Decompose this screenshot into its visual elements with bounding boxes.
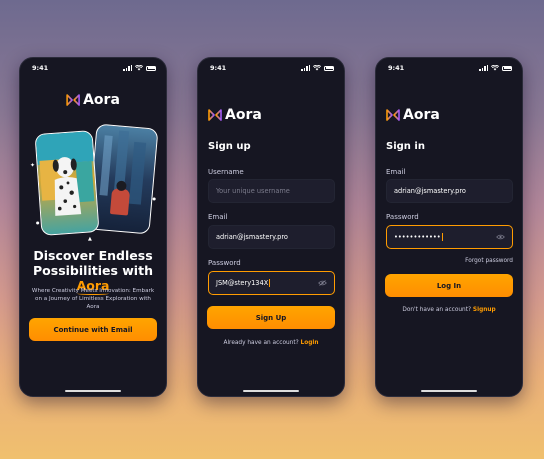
email-value: adrian@jsmastery.pro: [394, 187, 466, 195]
page-title: Sign in: [386, 141, 425, 152]
status-time: 9:41: [32, 64, 49, 72]
battery-icon: [146, 65, 156, 71]
wifi-icon: [491, 65, 499, 71]
brand-name: Aora: [83, 92, 120, 108]
brand-name: Aora: [403, 107, 440, 123]
sparkle-icon: ●: [36, 220, 40, 225]
dalmatian-icon: [52, 157, 82, 216]
hero-cards: ✦ ● ● ▲: [30, 123, 159, 242]
app-logo: Aora: [386, 107, 440, 123]
password-input[interactable]: ••••••••••••: [386, 225, 513, 249]
battery-icon: [324, 65, 334, 71]
app-logo: Aora: [208, 107, 262, 123]
password-label: Password: [386, 213, 419, 221]
username-input[interactable]: Your unique username: [208, 179, 335, 203]
signup-prompt: Don't have an account? Signup: [376, 307, 522, 313]
password-input[interactable]: JSM@stery134X: [208, 271, 335, 295]
login-prompt-text: Already have an account?: [223, 340, 299, 346]
username-placeholder: Your unique username: [216, 187, 290, 195]
username-label: Username: [208, 168, 244, 176]
signup-link[interactable]: Signup: [473, 307, 496, 313]
text-caret: [441, 233, 443, 241]
battery-icon: [502, 65, 512, 71]
home-indicator: [243, 389, 299, 392]
app-logo: Aora: [66, 92, 120, 108]
signal-icon: [123, 65, 132, 71]
signup-screen: 9:41 Aora Sign up Username Your unique u…: [197, 57, 345, 397]
email-input[interactable]: adrian@jsmastery.pro: [386, 179, 513, 203]
login-prompt: Already have an account? Login: [198, 340, 344, 346]
brand-name: Aora: [225, 107, 262, 123]
sparkle-icon: ✦: [30, 162, 36, 169]
aora-logo-icon: [208, 109, 222, 121]
sparkle-icon: ●: [152, 196, 157, 201]
password-value: JSM@stery134X: [216, 279, 269, 287]
email-label: Email: [208, 213, 228, 221]
aora-logo-icon: [386, 109, 400, 121]
wifi-icon: [313, 65, 321, 71]
title-line-2: Possibilities with: [33, 263, 153, 278]
status-bar: 9:41: [32, 63, 156, 73]
email-label: Email: [386, 168, 406, 176]
forgot-password-link[interactable]: Forgot password: [465, 258, 513, 264]
signal-icon: [479, 65, 488, 71]
signup-prompt-text: Don't have an account?: [402, 307, 472, 313]
eye-off-icon[interactable]: [318, 280, 327, 286]
status-time: 9:41: [388, 64, 405, 72]
status-bar: 9:41: [210, 63, 334, 73]
wifi-icon: [135, 65, 143, 71]
continue-with-email-button[interactable]: Continue with Email: [29, 318, 157, 341]
status-time: 9:41: [210, 64, 227, 72]
login-link[interactable]: Login: [301, 340, 319, 346]
signin-screen: 9:41 Aora Sign in Email adrian@jsmastery…: [375, 57, 523, 397]
aora-logo-icon: [66, 94, 80, 106]
home-indicator: [65, 389, 121, 392]
log-in-button[interactable]: Log In: [385, 274, 513, 297]
email-value: adrian@jsmastery.pro: [216, 233, 288, 241]
status-bar: 9:41: [388, 63, 512, 73]
onboarding-screen: 9:41 Aora ✦ ● ● ▲ Discover Endless Possi…: [19, 57, 167, 397]
sign-up-button[interactable]: Sign Up: [207, 306, 335, 329]
hero-image-dog: [34, 130, 100, 236]
email-input[interactable]: adrian@jsmastery.pro: [208, 225, 335, 249]
password-masked: ••••••••••••: [394, 233, 441, 241]
eye-icon[interactable]: [496, 234, 505, 240]
home-indicator: [421, 389, 477, 392]
title-line-1: Discover Endless: [33, 248, 153, 263]
text-caret: [269, 279, 271, 287]
sparkle-icon: ▲: [88, 236, 92, 242]
onboarding-subtitle: Where Creativity Meets Innovation: Embar…: [31, 288, 155, 310]
signal-icon: [301, 65, 310, 71]
password-label: Password: [208, 259, 241, 267]
page-title: Sign up: [208, 141, 251, 152]
